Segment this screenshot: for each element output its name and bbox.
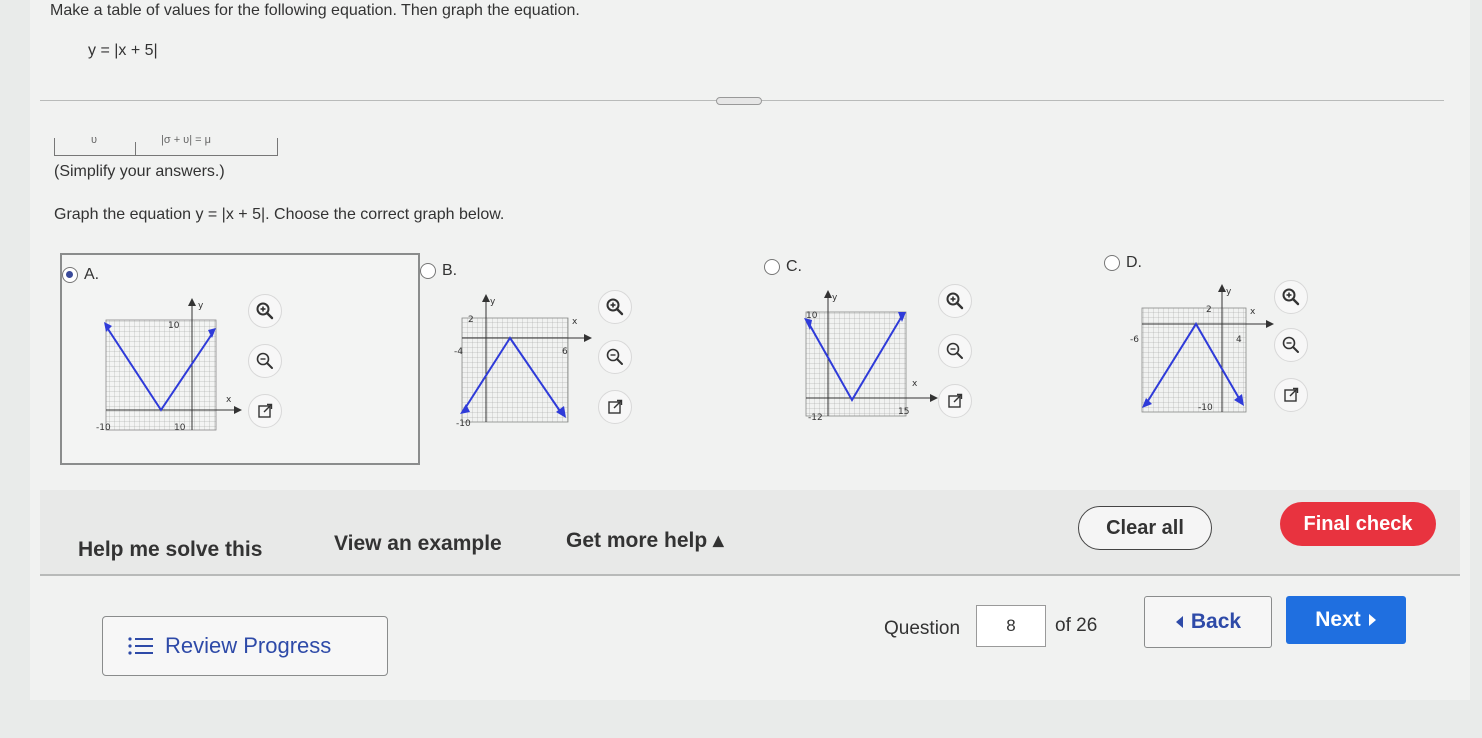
divider-drag-handle[interactable]: [716, 97, 762, 105]
graph-b-tick-right: 6: [562, 347, 568, 357]
next-label: Next: [1315, 608, 1361, 631]
option-c-label: C.: [786, 258, 802, 275]
graph-c-y-label: y: [832, 293, 838, 303]
next-arrow-icon: [1368, 614, 1376, 626]
graph-b-tick-top: 2: [468, 315, 474, 325]
table-separator: [135, 142, 136, 156]
table-cell-y: |σ + υ| = μ: [161, 134, 211, 146]
back-button[interactable]: Back: [1144, 596, 1272, 648]
graph-c-tick-right: 15: [898, 407, 909, 417]
open-graph-button-c[interactable]: [938, 384, 972, 418]
question-label: Question: [884, 618, 961, 639]
values-table: υ |σ + υ| = μ: [54, 134, 278, 156]
back-label: Back: [1190, 610, 1242, 633]
graph-a[interactable]: y x 10 -10 10: [94, 296, 244, 436]
graph-c-tick-top: 10: [806, 311, 818, 321]
option-d[interactable]: D.: [1104, 254, 1142, 272]
graph-a-y-label: y: [198, 301, 204, 311]
graph-a-tick-right: 10: [174, 423, 186, 433]
graph-a-tick-top: 10: [168, 321, 180, 331]
zoom-in-icon: [256, 302, 274, 320]
graph-d-tick-right: 4: [1236, 335, 1242, 345]
option-d-label: D.: [1126, 254, 1142, 271]
option-a-label: A.: [84, 266, 100, 283]
graph-d-tick-bottom: -10: [1198, 403, 1213, 413]
radio-c[interactable]: [764, 259, 780, 275]
get-more-help-link[interactable]: Get more help ▴: [566, 528, 724, 553]
zoom-in-button-b[interactable]: [598, 290, 632, 324]
option-c[interactable]: C.: [764, 258, 802, 276]
graph-d-tick-left: -6: [1130, 335, 1139, 345]
radio-b[interactable]: [420, 263, 436, 279]
back-arrow-icon: [1175, 616, 1183, 628]
zoom-in-button-d[interactable]: [1274, 280, 1308, 314]
help-toolbar: [40, 490, 1460, 576]
table-cell-x: υ: [91, 134, 98, 146]
graph-prompt: Graph the equation y = |x + 5|. Choose t…: [54, 206, 505, 223]
open-graph-button-b[interactable]: [598, 390, 632, 424]
graph-b-grid: [461, 317, 569, 423]
help-me-solve-link[interactable]: Help me solve this: [78, 538, 262, 562]
graph-a-x-label: x: [226, 395, 232, 405]
zoom-out-icon: [946, 342, 963, 359]
radio-a[interactable]: [62, 267, 78, 283]
graph-d-x-label: x: [1250, 307, 1256, 317]
zoom-out-button-b[interactable]: [598, 340, 632, 374]
graph-b-tick-bottom: -10: [456, 419, 471, 429]
clear-all-button[interactable]: Clear all: [1078, 506, 1212, 550]
option-a[interactable]: A.: [62, 266, 99, 284]
radio-d[interactable]: [1104, 255, 1120, 271]
instruction-text: Make a table of values for the following…: [50, 2, 580, 19]
open-in-new-icon: [258, 403, 273, 418]
simplify-note: (Simplify your answers.): [54, 163, 225, 180]
graph-c-grid: [805, 311, 907, 417]
review-progress-button[interactable]: Review Progress: [102, 616, 388, 676]
zoom-in-icon: [606, 298, 624, 316]
list-icon: [128, 637, 153, 655]
graph-d[interactable]: y x 2 -6 4 -10: [1128, 282, 1278, 422]
zoom-in-button-c[interactable]: [938, 284, 972, 318]
graph-c-x-label: x: [912, 379, 918, 389]
graph-b-x-label: x: [572, 317, 578, 327]
equation-text: y = |x + 5|: [88, 42, 158, 59]
zoom-in-button-a[interactable]: [248, 294, 282, 328]
zoom-out-button-a[interactable]: [248, 344, 282, 378]
final-check-button[interactable]: Final check: [1280, 502, 1436, 546]
graph-a-tick-left: -10: [96, 423, 111, 433]
zoom-in-icon: [1282, 288, 1300, 306]
zoom-out-icon: [256, 352, 273, 369]
graph-b-tick-left: -4: [454, 347, 463, 357]
graph-c[interactable]: y x 10 -12 15: [794, 288, 944, 428]
zoom-out-icon: [1282, 336, 1299, 353]
zoom-out-icon: [606, 348, 623, 365]
open-in-new-icon: [1284, 387, 1299, 402]
graph-a-grid: [105, 319, 217, 431]
open-graph-button-d[interactable]: [1274, 378, 1308, 412]
graph-d-tick-top: 2: [1206, 305, 1212, 315]
graph-b[interactable]: y x 2 -4 6 -10: [452, 292, 592, 432]
option-b-label: B.: [442, 262, 458, 279]
open-in-new-icon: [608, 399, 623, 414]
graph-c-tick-left: -12: [808, 413, 823, 423]
question-total: of 26: [1055, 615, 1098, 636]
open-graph-button-a[interactable]: [248, 394, 282, 428]
graph-b-y-label: y: [490, 297, 496, 307]
open-in-new-icon: [948, 393, 963, 408]
review-progress-label: Review Progress: [165, 633, 332, 658]
option-b[interactable]: B.: [420, 262, 457, 280]
zoom-in-icon: [946, 292, 964, 310]
next-button[interactable]: Next: [1286, 596, 1406, 644]
graph-d-y-label: y: [1226, 287, 1232, 297]
view-example-link[interactable]: View an example: [334, 532, 502, 556]
zoom-out-button-c[interactable]: [938, 334, 972, 368]
question-number-input[interactable]: 8: [976, 605, 1046, 647]
zoom-out-button-d[interactable]: [1274, 328, 1308, 362]
